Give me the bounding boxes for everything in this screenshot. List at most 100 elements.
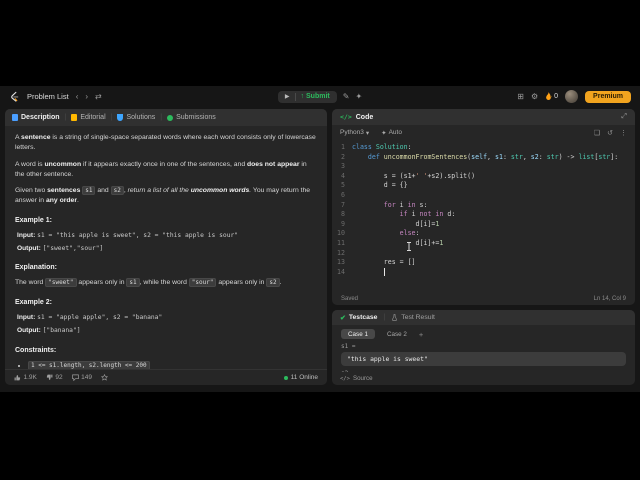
code-lines[interactable]: class Solution: def uncommonFromSentence… <box>352 143 635 292</box>
tab-description[interactable]: Description <box>12 114 60 121</box>
editor-toolbar: Python3 ▾ ✦ Auto ❏ ↺ ⋮ <box>332 125 635 140</box>
premium-button[interactable]: Premium <box>585 90 632 103</box>
text-segment: if it appears exactly once in one of the… <box>81 160 247 168</box>
divider <box>294 92 296 101</box>
code-line[interactable]: d[i]+=1 <box>352 239 635 249</box>
case-2-tab[interactable]: Case 2 <box>380 329 414 339</box>
star-icon <box>100 374 108 381</box>
layout-icon[interactable]: ⊞ <box>517 92 524 101</box>
code-line[interactable]: for i in s: <box>352 201 635 211</box>
settings-gear-icon[interactable]: ⚙ <box>531 92 538 101</box>
line-numbers: 1 2 3 4 5 6 7 8 9 10 11 12 13 14 <box>332 143 352 292</box>
leetcode-logo-icon[interactable] <box>9 91 20 102</box>
constraints-list: 1 <= s1.length, s2.length <= 200s1 and s… <box>28 360 317 369</box>
streak-counter[interactable]: 0 <box>545 92 558 101</box>
code-line[interactable] <box>352 267 635 279</box>
next-problem-icon[interactable]: › <box>85 92 88 101</box>
testcase-header: ✔ Testcase | Test Result <box>332 310 635 325</box>
format-icon[interactable]: ❏ <box>594 129 600 137</box>
code-line[interactable]: ​ <box>352 191 635 201</box>
case-1-tab[interactable]: Case 1 <box>341 329 375 339</box>
code-line[interactable]: res = [] <box>352 258 635 268</box>
s1-label: s1 = <box>341 343 356 350</box>
line-number: 6 <box>341 190 345 199</box>
notes-icon[interactable]: ✎ <box>343 92 350 101</box>
sparkle-icon[interactable]: ✦ <box>355 92 362 101</box>
code-panel-header: </> Code ⤢ <box>332 109 635 125</box>
text-segment: The word <box>15 279 46 287</box>
code-token: d: <box>443 210 456 219</box>
line-number: 14 <box>337 267 345 276</box>
prev-problem-icon[interactable]: ‹ <box>76 92 79 101</box>
source-button[interactable]: Source <box>353 375 373 382</box>
code-token: list <box>578 152 595 161</box>
line-number: 3 <box>341 162 345 171</box>
favorite-button[interactable] <box>100 374 108 381</box>
code-line[interactable]: s = (s1+' '+s2).split() <box>352 172 635 182</box>
code-token: , <box>522 152 531 161</box>
code-line[interactable]: class Solution: <box>352 143 635 153</box>
code-token: str <box>598 152 611 161</box>
output-value: ["sweet","sour"] <box>42 244 104 252</box>
code-token: 1 <box>439 238 444 247</box>
text-segment: "sweet" <box>45 278 77 288</box>
run-button[interactable]: ▶ <box>285 93 290 100</box>
tab-editorial[interactable]: Editorial <box>71 114 106 121</box>
like-button[interactable]: 1.9K <box>14 374 37 381</box>
tab-testcase[interactable]: ✔ Testcase <box>340 314 377 322</box>
workspace: Description | Editorial | Solutions | Su… <box>0 107 640 392</box>
text-segment: 1 <= s1.length, s2.length <= 200 <box>28 360 150 369</box>
avatar[interactable] <box>565 90 579 103</box>
comment-icon <box>71 374 79 381</box>
more-options-icon[interactable]: ⋮ <box>620 129 627 137</box>
code-line[interactable]: else: <box>352 229 635 239</box>
testcase-panel: ✔ Testcase | Test Result Case 1 Case 2 +… <box>332 310 635 385</box>
comments-button[interactable]: 149 <box>71 374 92 381</box>
reset-icon[interactable]: ↺ <box>607 129 613 137</box>
s1-input[interactable]: "this apple is sweet" <box>341 352 626 366</box>
code-line[interactable]: if i not in d: <box>352 210 635 220</box>
line-number: 8 <box>341 210 345 219</box>
line-number: 2 <box>341 152 345 161</box>
code-line[interactable]: ​ <box>352 162 635 172</box>
shuffle-icon[interactable]: ⇄ <box>95 92 102 101</box>
top-nav: Problem List ‹ › ⇄ ▶ ↑ Submit ✎ ✦ ⊞ ⚙ 0 … <box>0 86 640 107</box>
language-selector[interactable]: Python3 ▾ <box>340 129 369 137</box>
problem-list-link[interactable]: Problem List <box>27 92 69 101</box>
submit-button[interactable]: ↑ Submit <box>301 93 330 100</box>
description-paragraph: A word is uncommon if it appears exactly… <box>15 160 317 180</box>
input-value: s1 = "apple apple", s2 = "banana" <box>37 314 163 322</box>
tab-test-result[interactable]: Test Result <box>391 314 435 321</box>
nav-right: ⊞ ⚙ 0 Premium <box>362 90 632 103</box>
explanation-label: Explanation: <box>15 264 58 272</box>
code-panel-title: Code <box>355 113 374 121</box>
text-segment: s2 <box>266 278 280 288</box>
expand-panel-icon[interactable]: ⤢ <box>621 113 627 121</box>
code-line[interactable]: d[i]=1 <box>352 220 635 230</box>
dislike-button[interactable]: 92 <box>46 374 63 381</box>
code-line[interactable]: d = {} <box>352 181 635 191</box>
output-label: Output: <box>17 244 43 252</box>
code-token: s2 <box>530 152 539 161</box>
text-segment: s1 <box>82 186 96 196</box>
code-line[interactable]: ​ <box>352 249 635 259</box>
output-value: ["banana"] <box>42 326 81 334</box>
description-footer: 1.9K 92 149 11 Online <box>5 369 327 385</box>
line-number: 10 <box>337 229 345 238</box>
testcase-footer: </> Source <box>332 372 635 385</box>
code-editor[interactable]: 1 2 3 4 5 6 7 8 9 10 11 12 13 14 class Solution: def … <box>332 140 635 292</box>
leetcode-app: Problem List ‹ › ⇄ ▶ ↑ Submit ✎ ✦ ⊞ ⚙ 0 … <box>0 86 640 392</box>
code-token: i <box>407 210 420 219</box>
code-token: s = (s1+ <box>352 171 416 180</box>
add-case-button[interactable]: + <box>419 330 423 339</box>
editor-caret <box>383 267 385 276</box>
tab-submissions[interactable]: Submissions <box>167 114 216 121</box>
line-number: 1 <box>341 143 345 151</box>
auto-toggle[interactable]: ✦ Auto <box>381 129 402 137</box>
code-line[interactable]: def uncommonFromSentences(self, s1: str,… <box>352 153 635 163</box>
text-segment: s2 <box>110 186 124 196</box>
code-token: res = [] <box>352 258 416 267</box>
tab-solutions[interactable]: Solutions <box>117 114 155 121</box>
